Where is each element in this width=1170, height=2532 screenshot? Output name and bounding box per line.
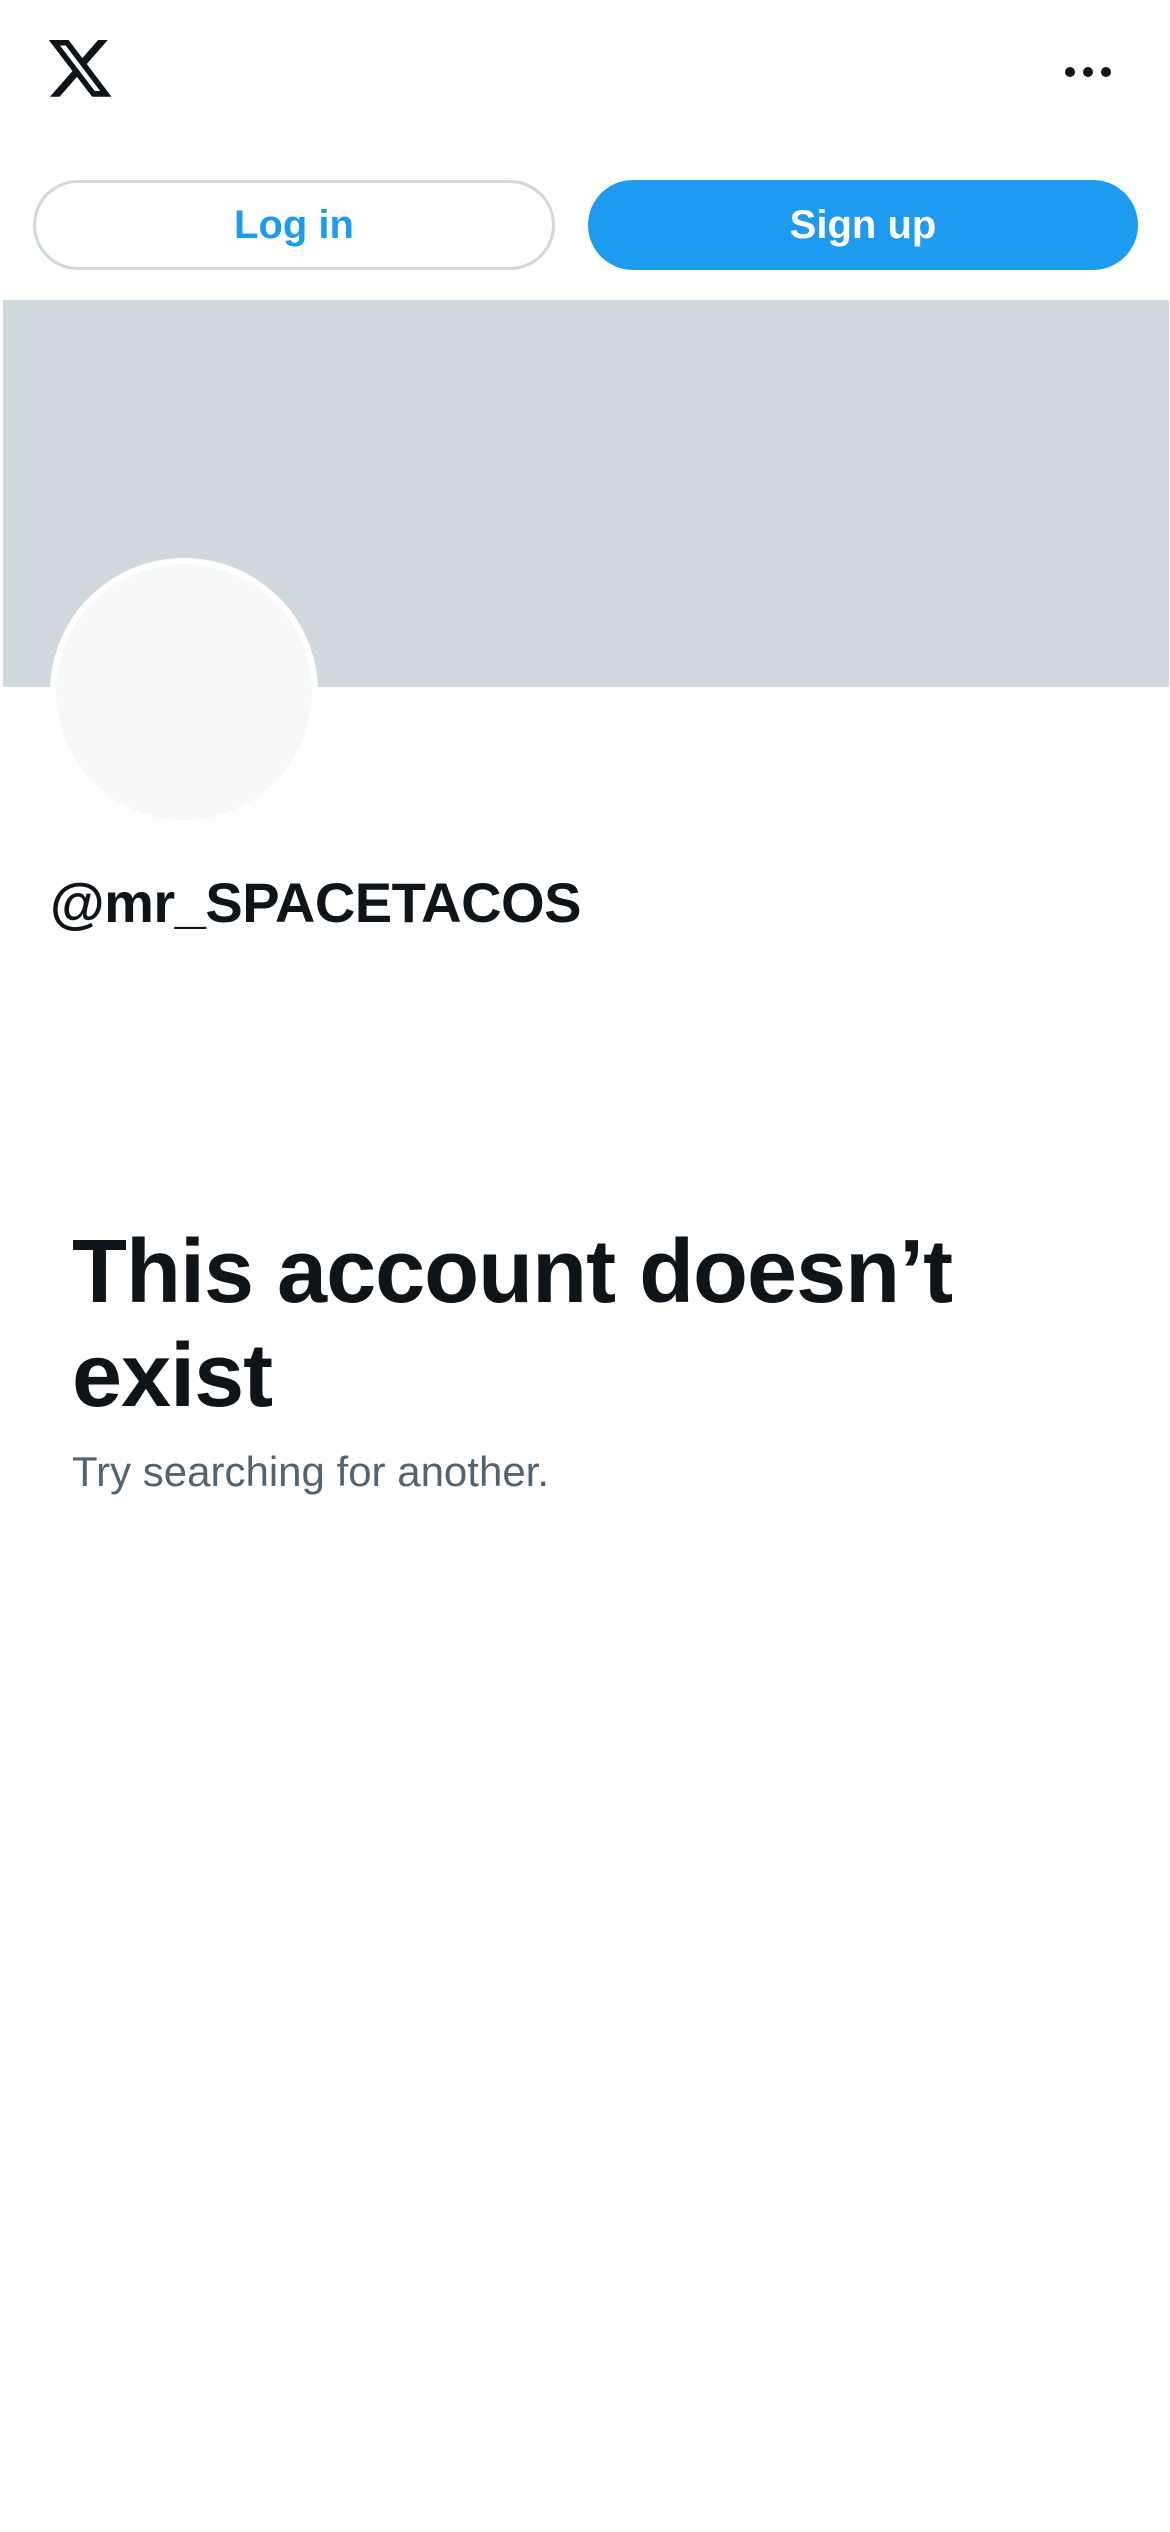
auth-buttons: Log in Sign up [0, 180, 1170, 270]
x-logo-icon[interactable] [45, 40, 115, 104]
more-horizontal-icon [1065, 67, 1075, 77]
avatar [50, 558, 318, 826]
profile-handle: @mr_SPACETACOS [50, 871, 581, 934]
empty-state-subtitle: Try searching for another. [72, 1448, 550, 1495]
more-options-button[interactable] [1052, 46, 1124, 98]
signup-button[interactable]: Sign up [588, 180, 1138, 270]
top-bar [0, 0, 1170, 150]
empty-state-title: This account doesn’t exist [72, 1222, 953, 1426]
login-button[interactable]: Log in [33, 180, 555, 270]
